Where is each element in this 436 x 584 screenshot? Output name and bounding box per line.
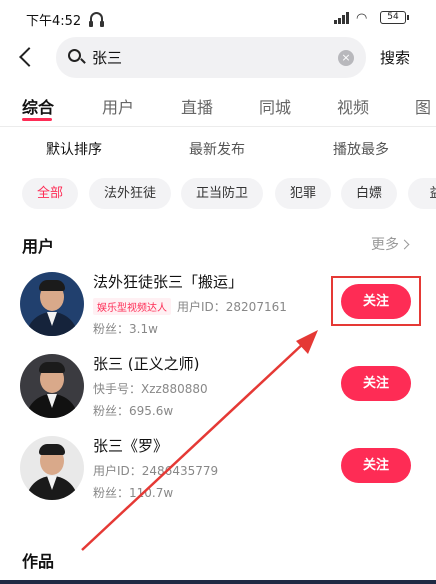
avatar[interactable] (20, 354, 84, 418)
filter-chips: 全部 法外狂徒 正当防卫 犯罪 白嫖 益 (0, 178, 436, 210)
clear-icon[interactable]: × (338, 50, 354, 66)
search-box[interactable]: × (56, 37, 366, 78)
user-fans: 粉丝：3.1w (93, 322, 158, 336)
divider (0, 126, 436, 127)
annotation-highlight-box (331, 276, 421, 326)
tab-indicator (22, 118, 52, 121)
user-id: 用户ID：28207161 (177, 300, 287, 314)
user-fans: 粉丝：110.7w (93, 486, 174, 500)
follow-button[interactable]: 关注 (341, 448, 411, 483)
sort-most-played[interactable]: 播放最多 (333, 139, 389, 159)
works-section-title: 作品 (22, 552, 55, 571)
sort-row: 默认排序 最新发布 播放最多 (0, 132, 436, 162)
search-input[interactable] (92, 37, 332, 78)
back-icon[interactable] (19, 47, 39, 67)
user-id: 用户ID：2486435779 (93, 464, 219, 478)
avatar[interactable] (20, 436, 84, 500)
more-users-link[interactable]: 更多 (371, 234, 410, 254)
filter-chip[interactable]: 白嫖 (341, 178, 397, 209)
chevron-right-icon (399, 239, 410, 250)
tab-videos[interactable]: 视频 (337, 94, 369, 118)
user-meta: 娱乐型视频达人 用户ID：28207161 (93, 298, 287, 315)
user-fans: 粉丝：695.6w (93, 404, 174, 418)
tab-live[interactable]: 直播 (181, 94, 213, 118)
status-bar: 下午4:52 ◠ 54 (0, 0, 436, 34)
user-id: 快手号：Xzz880880 (93, 382, 208, 396)
tab-users[interactable]: 用户 (102, 94, 134, 118)
more-label: 更多 (371, 237, 399, 253)
user-name[interactable]: 法外狂徒张三「搬运」 (93, 271, 243, 292)
user-row[interactable]: 张三《罗》 用户ID：2486435779 粉丝：110.7w 关注 (0, 430, 436, 510)
tab-general[interactable]: 综合 (22, 94, 54, 118)
sort-newest[interactable]: 最新发布 (189, 139, 245, 159)
user-name[interactable]: 张三《罗》 (93, 435, 168, 456)
search-icon (68, 49, 81, 62)
filter-chip-all[interactable]: 全部 (22, 178, 78, 209)
signal-icon (334, 12, 352, 24)
creator-badge: 娱乐型视频达人 (93, 298, 171, 315)
filter-chip[interactable]: 法外狂徒 (89, 178, 171, 209)
search-tabs: 综合 用户 直播 同城 视频 图 (0, 88, 436, 122)
filter-chip[interactable]: 犯罪 (275, 178, 331, 209)
filter-chip[interactable]: 益 (408, 178, 436, 209)
follow-button[interactable]: 关注 (341, 366, 411, 401)
battery-icon: 54 (380, 11, 409, 24)
avatar[interactable] (20, 272, 84, 336)
bottom-edge (0, 580, 436, 584)
tab-local[interactable]: 同城 (259, 94, 291, 118)
sort-default[interactable]: 默认排序 (46, 139, 102, 159)
user-row[interactable]: 张三 (正义之师) 快手号：Xzz880880 粉丝：695.6w 关注 (0, 348, 436, 428)
status-time: 下午4:52 (26, 14, 82, 29)
filter-chip[interactable]: 正当防卫 (181, 178, 263, 209)
tab-images[interactable]: 图 (415, 94, 431, 118)
user-name[interactable]: 张三 (正义之师) (93, 353, 199, 374)
users-section-title: 用户 (22, 237, 55, 256)
search-button[interactable]: 搜索 (380, 47, 410, 68)
wifi-icon: ◠ (356, 11, 368, 26)
headset-icon (89, 12, 104, 27)
